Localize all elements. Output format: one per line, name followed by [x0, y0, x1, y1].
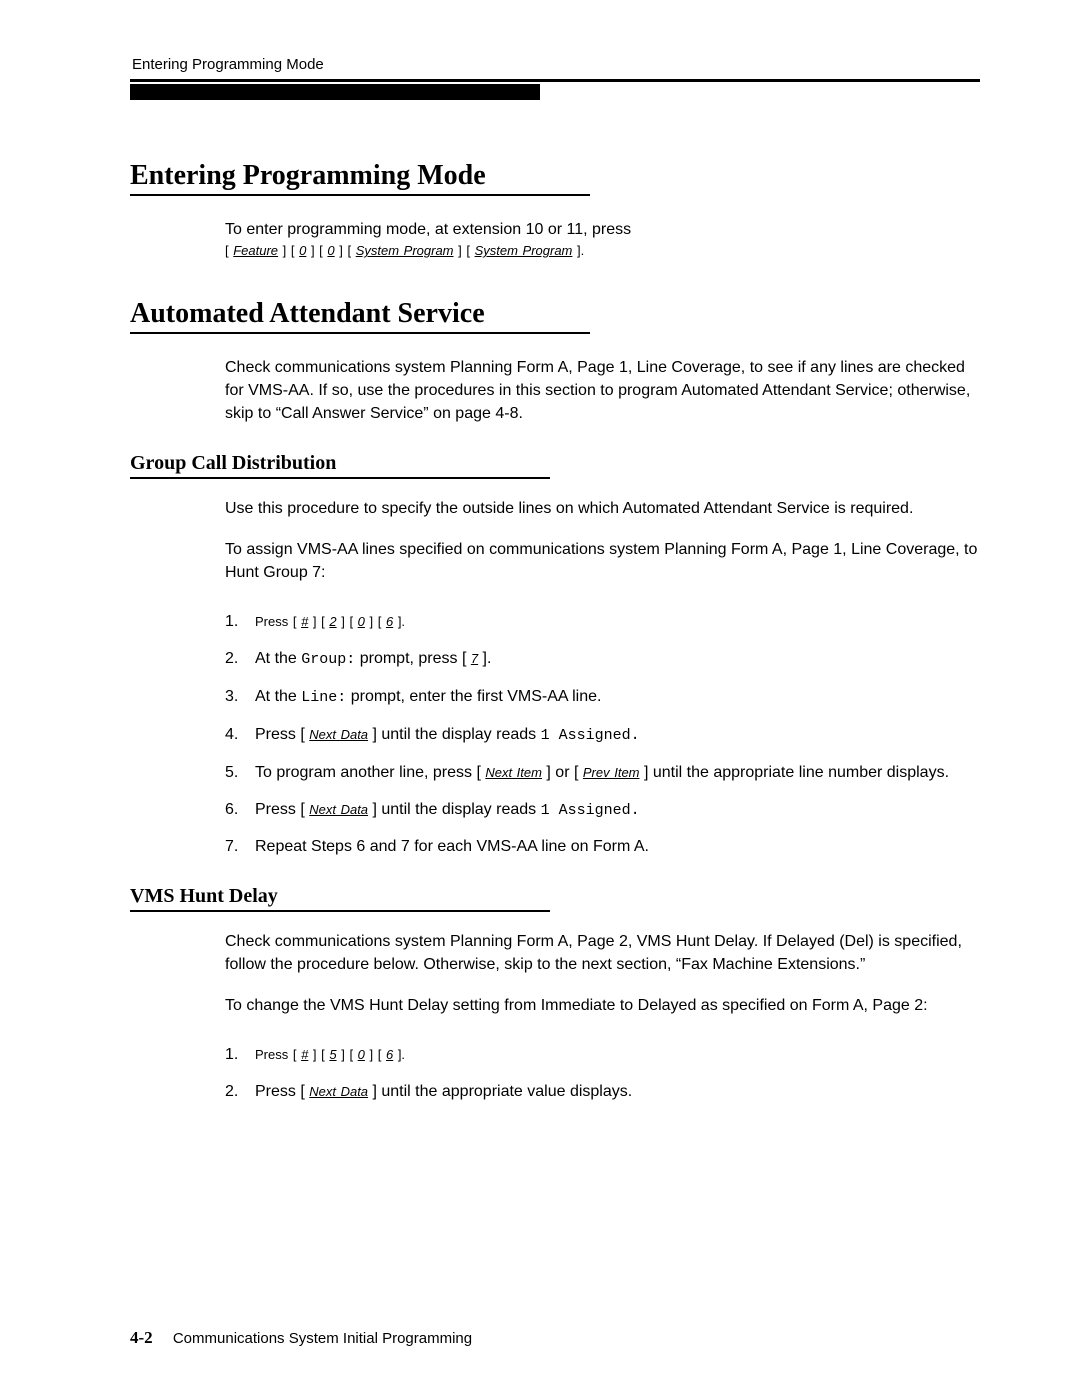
section4-body: Check communications system Planning For…	[130, 930, 980, 1018]
section3-body: Use this procedure to specify the outsid…	[130, 497, 980, 585]
step-number: 1.	[225, 610, 238, 633]
heading-automated-attendant-service: Automated Attendant Service	[130, 298, 980, 330]
heading-rule	[130, 332, 590, 334]
list-item: 1. Press [ # ] [ 2 ] [ 0 ] [ 6 ].	[225, 610, 980, 633]
section2-intro: Check communications system Planning For…	[225, 356, 980, 426]
page: Entering Programming Mode Entering Progr…	[0, 0, 1080, 1392]
step-text: Press [ Next Data ] until the display re…	[255, 726, 640, 743]
step-text: Press [ Next Data ] until the display re…	[255, 801, 640, 818]
section4-p1: Check communications system Planning For…	[225, 930, 980, 976]
section3-p1: Use this procedure to specify the outsid…	[225, 497, 980, 520]
step-number: 5.	[225, 761, 238, 784]
section2-body: Check communications system Planning For…	[130, 356, 980, 426]
key-feature: Feature	[233, 243, 278, 258]
list-item: 2. Press [ Next Data ] until the appropr…	[225, 1080, 980, 1103]
list-item: 3. At the Line: prompt, enter the first …	[225, 685, 980, 709]
step-text: Press [ # ] [ 2 ] [ 0 ] [ 6 ].	[255, 614, 405, 629]
step-text: At the Line: prompt, enter the first VMS…	[255, 688, 601, 705]
list-item: 4. Press [ Next Data ] until the display…	[225, 723, 980, 747]
heading-entering-programming-mode: Entering Programming Mode	[130, 160, 980, 192]
key-system-program: System Program	[356, 243, 454, 258]
step-text: To program another line, press [ Next It…	[255, 764, 949, 781]
step-text: Press [ Next Data ] until the appropriat…	[255, 1083, 632, 1100]
section1-keys: [ Feature ] [ 0 ] [ 0 ] [ System Program…	[225, 241, 980, 262]
list-item: 1. Press [ # ] [ 5 ] [ 0 ] [ 6 ].	[225, 1043, 980, 1066]
list-item: 6. Press [ Next Data ] until the display…	[225, 798, 980, 822]
section3-p2: To assign VMS-AA lines specified on comm…	[225, 538, 980, 584]
footer: 4-2 Communications System Initial Progra…	[130, 1328, 472, 1348]
step-text: Press [ # ] [ 5 ] [ 0 ] [ 6 ].	[255, 1047, 405, 1062]
list-item: 5. To program another line, press [ Next…	[225, 761, 980, 784]
step-number: 4.	[225, 723, 238, 746]
running-head: Entering Programming Mode	[130, 56, 980, 73]
step-text: Repeat Steps 6 and 7 for each VMS-AA lin…	[255, 838, 649, 855]
list-item: 2. At the Group: prompt, press [ 7 ].	[225, 647, 980, 671]
step-text: At the Group: prompt, press [ 7 ].	[255, 650, 491, 667]
section3-steps: 1. Press [ # ] [ 2 ] [ 0 ] [ 6 ]. 2. At …	[130, 610, 980, 859]
header-black-bar	[130, 84, 540, 100]
section1-body: To enter programming mode, at extension …	[130, 218, 980, 262]
page-number: 4-2	[130, 1328, 153, 1347]
key-system-program: System Program	[475, 243, 573, 258]
head-rule	[130, 79, 980, 82]
subheading-rule	[130, 477, 550, 479]
step-number: 1.	[225, 1043, 238, 1066]
section1-intro: To enter programming mode, at extension …	[225, 218, 980, 241]
step-number: 2.	[225, 647, 238, 670]
footer-title: Communications System Initial Programmin…	[173, 1330, 472, 1347]
heading-rule	[130, 194, 590, 196]
step-number: 7.	[225, 835, 238, 858]
section4-p2: To change the VMS Hunt Delay setting fro…	[225, 994, 980, 1017]
key-zero: 0	[327, 243, 334, 258]
step-number: 2.	[225, 1080, 238, 1103]
heading-group-call-distribution: Group Call Distribution	[130, 452, 980, 475]
list-item: 7. Repeat Steps 6 and 7 for each VMS-AA …	[225, 835, 980, 858]
heading-vms-hunt-delay: VMS Hunt Delay	[130, 885, 980, 908]
section4-steps: 1. Press [ # ] [ 5 ] [ 0 ] [ 6 ]. 2. Pre…	[130, 1043, 980, 1103]
step-number: 3.	[225, 685, 238, 708]
step-number: 6.	[225, 798, 238, 821]
subheading-rule	[130, 910, 550, 912]
key-zero: 0	[299, 243, 306, 258]
